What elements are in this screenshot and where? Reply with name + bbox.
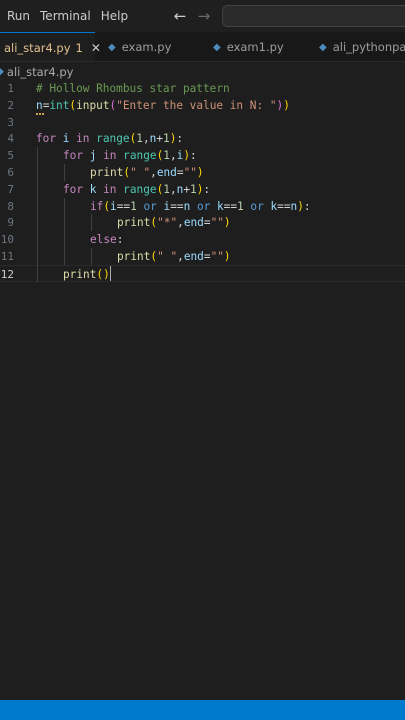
code-line[interactable]: 5 for j in range(1,i):: [0, 147, 405, 164]
code-text: for k in range(1,n+1):: [63, 182, 211, 196]
indent-guide: [37, 231, 38, 248]
tab-exam[interactable]: ◆ exam.py: [108, 32, 172, 61]
code-text: n=int(input("Enter the value in N: ")): [36, 98, 290, 112]
indent-guide: [37, 264, 38, 282]
code-line[interactable]: 11 print(" ",end=""): [0, 248, 405, 265]
indent-guide: [64, 164, 65, 181]
indent-guide: [91, 214, 92, 232]
breadcrumb-file[interactable]: ali_star4.py: [7, 65, 74, 79]
python-file-icon: ◆: [108, 41, 116, 53]
code-text: print(" ",end=""): [90, 166, 204, 179]
command-center-search[interactable]: [222, 5, 405, 27]
code-text: print(" ",end=""): [117, 250, 231, 263]
code-line[interactable]: 2 n=int(input("Enter the value in N: ")): [0, 97, 405, 114]
indent-guide: [37, 147, 38, 164]
line-number: 5: [7, 149, 14, 163]
line-number: 4: [7, 132, 14, 146]
indent-guide: [91, 248, 92, 265]
code-text: print(): [63, 267, 110, 281]
menu-bar: Run Terminal Help ← →: [0, 0, 405, 32]
python-file-icon: ◆: [0, 67, 4, 77]
indent-guide: [37, 164, 38, 181]
indent-guide: [37, 180, 38, 198]
menu-run[interactable]: Run: [0, 0, 35, 32]
code-text: print("*",end=""): [117, 216, 231, 230]
code-line[interactable]: 12 print(): [0, 264, 405, 282]
line-number: 9: [7, 216, 14, 230]
tab-label: exam1.py: [226, 40, 284, 54]
tab-ali-pythonpatt[interactable]: ◆ ali_pythonpatt: [319, 32, 405, 61]
code-text: for i in range(1,n+1):: [36, 132, 184, 146]
problem-count-badge: 1: [75, 40, 83, 55]
code-line[interactable]: 6 print(" ",end=""): [0, 164, 405, 181]
line-number: 7: [7, 182, 14, 196]
indent-guide: [64, 214, 65, 232]
code-line[interactable]: 3: [0, 114, 405, 131]
code-line[interactable]: 1 # Hollow Rhombus star pattern: [0, 80, 405, 97]
line-number: 10: [0, 233, 14, 247]
line-number: 11: [0, 250, 14, 263]
line-number: 3: [7, 115, 14, 129]
code-text: else:: [90, 233, 124, 247]
close-icon[interactable]: ✕: [91, 41, 101, 55]
line-number: 6: [7, 166, 14, 179]
code-text: if(i==1 or i==n or k==1 or k==n):: [90, 199, 311, 213]
tab-label: ali_pythonpatt: [332, 40, 405, 54]
tab-exam1[interactable]: ◆ exam1.py: [213, 32, 284, 61]
breadcrumb: ◆ ali_star4.py: [0, 62, 405, 82]
tab-label: ali_star4.py: [4, 40, 71, 55]
code-line[interactable]: 7 for k in range(1,n+1):: [0, 181, 405, 198]
line-number: 2: [7, 98, 14, 112]
code-line[interactable]: 10 else:: [0, 231, 405, 248]
code-text: # Hollow Rhombus star pattern: [36, 82, 230, 95]
tab-label: exam.py: [121, 40, 172, 54]
indent-guide: [37, 248, 38, 265]
line-number: 8: [7, 199, 14, 213]
code-line[interactable]: 4 for i in range(1,n+1):: [0, 130, 405, 147]
python-file-icon: ◆: [213, 41, 221, 53]
tab-ali-star4[interactable]: ali_star4.py 1 ✕: [0, 32, 101, 61]
editor-tabs: ali_star4.py 1 ✕ ◆ exam.py ◆ exam1.py ◆ …: [0, 32, 405, 62]
code-editor[interactable]: 1 # Hollow Rhombus star pattern 2 n=int(inp…: [0, 82, 405, 700]
arrow-left-icon[interactable]: ←: [170, 6, 190, 26]
code-text: for j in range(1,i):: [63, 149, 197, 163]
indent-guide: [64, 248, 65, 265]
line-number: 12: [0, 267, 14, 281]
status-bar: [0, 700, 405, 720]
menu-help[interactable]: Help: [96, 0, 133, 32]
code-line[interactable]: 8 if(i==1 or i==n or k==1 or k==n):: [0, 198, 405, 215]
indent-guide: [37, 197, 38, 215]
indent-guide: [64, 197, 65, 215]
indent-guide: [37, 214, 38, 232]
text-cursor: [109, 265, 111, 281]
line-number: 1: [7, 82, 14, 95]
menu-terminal[interactable]: Terminal: [35, 0, 96, 32]
indent-guide: [64, 231, 65, 248]
python-file-icon: ◆: [319, 41, 327, 53]
arrow-right-icon[interactable]: →: [194, 6, 214, 26]
code-line[interactable]: 9 print("*",end=""): [0, 214, 405, 231]
